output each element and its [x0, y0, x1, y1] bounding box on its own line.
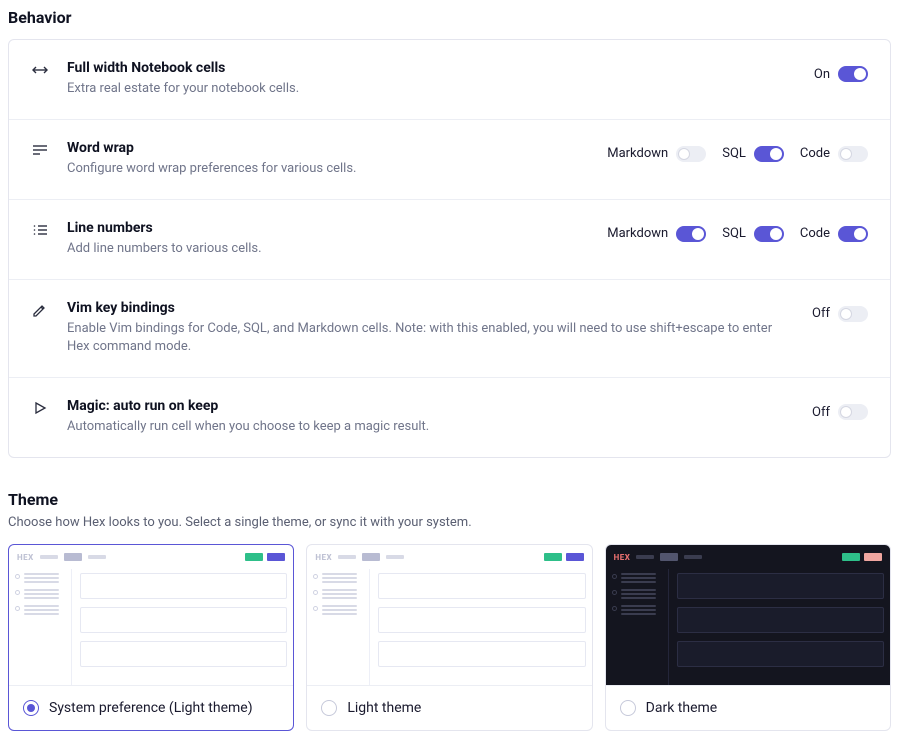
theme-radio-light[interactable]: [321, 700, 337, 716]
magic-title: Magic: auto run on keep: [67, 398, 794, 414]
magic-toggle[interactable]: [838, 404, 868, 420]
edit-icon: [31, 300, 49, 318]
behavior-card: Full width Notebook cells Extra real est…: [8, 39, 891, 458]
linenumbers-title: Line numbers: [67, 220, 589, 236]
linenumbers-code-label: Code: [800, 226, 830, 241]
linenumbers-sql-toggle[interactable]: [754, 226, 784, 242]
fullwidth-title: Full width Notebook cells: [67, 60, 796, 76]
row-magic: Magic: auto run on keep Automatically ru…: [9, 377, 890, 457]
theme-label-system: System preference (Light theme): [49, 700, 253, 716]
magic-desc: Automatically run cell when you choose t…: [67, 418, 794, 437]
theme-radio-dark[interactable]: [620, 700, 636, 716]
linenumbers-code-toggle[interactable]: [838, 226, 868, 242]
theme-option-system[interactable]: HEX System preference (L: [8, 544, 294, 731]
play-icon: [31, 398, 49, 416]
theme-option-dark[interactable]: HEX Dark theme: [605, 544, 891, 731]
wordwrap-code-label: Code: [800, 146, 830, 161]
linenumbers-markdown-toggle[interactable]: [676, 226, 706, 242]
linenumbers-markdown-label: Markdown: [607, 226, 668, 241]
vim-desc: Enable Vim bindings for Code, SQL, and M…: [67, 320, 794, 358]
theme-label-dark: Dark theme: [646, 700, 718, 716]
theme-radio-system[interactable]: [23, 700, 39, 716]
list-numbered-icon: [31, 220, 49, 238]
theme-label-light: Light theme: [347, 700, 421, 716]
wrap-icon: [31, 140, 49, 158]
theme-preview-dark: HEX: [606, 545, 890, 685]
vim-state-label: Off: [812, 306, 830, 321]
behavior-title: Behavior: [8, 8, 891, 27]
fullwidth-desc: Extra real estate for your notebook cell…: [67, 80, 796, 99]
behavior-section: Behavior Full width Notebook cells Extra…: [8, 8, 891, 458]
theme-option-light[interactable]: HEX Light theme: [306, 544, 592, 731]
theme-options: HEX System preference (L: [8, 544, 891, 731]
wordwrap-markdown-label: Markdown: [607, 146, 668, 161]
vim-title: Vim key bindings: [67, 300, 794, 316]
wordwrap-desc: Configure word wrap preferences for vari…: [67, 160, 589, 179]
wordwrap-sql-label: SQL: [722, 146, 746, 161]
theme-title: Theme: [8, 490, 891, 509]
magic-state-label: Off: [812, 405, 830, 420]
resize-horizontal-icon: [31, 60, 49, 78]
wordwrap-sql-toggle[interactable]: [754, 146, 784, 162]
theme-desc: Choose how Hex looks to you. Select a si…: [8, 515, 891, 530]
theme-section: Theme Choose how Hex looks to you. Selec…: [8, 490, 891, 731]
theme-preview-light: HEX: [307, 545, 591, 685]
row-linenumbers: Line numbers Add line numbers to various…: [9, 199, 890, 279]
wordwrap-markdown-toggle[interactable]: [676, 146, 706, 162]
fullwidth-state-label: On: [814, 67, 830, 82]
fullwidth-toggle[interactable]: [838, 66, 868, 82]
wordwrap-code-toggle[interactable]: [838, 146, 868, 162]
linenumbers-desc: Add line numbers to various cells.: [67, 240, 589, 259]
linenumbers-sql-label: SQL: [722, 226, 746, 241]
theme-preview-system: HEX: [9, 545, 293, 685]
row-vim: Vim key bindings Enable Vim bindings for…: [9, 279, 890, 378]
row-fullwidth: Full width Notebook cells Extra real est…: [9, 40, 890, 119]
wordwrap-title: Word wrap: [67, 140, 589, 156]
row-wordwrap: Word wrap Configure word wrap preference…: [9, 119, 890, 199]
vim-toggle[interactable]: [838, 306, 868, 322]
